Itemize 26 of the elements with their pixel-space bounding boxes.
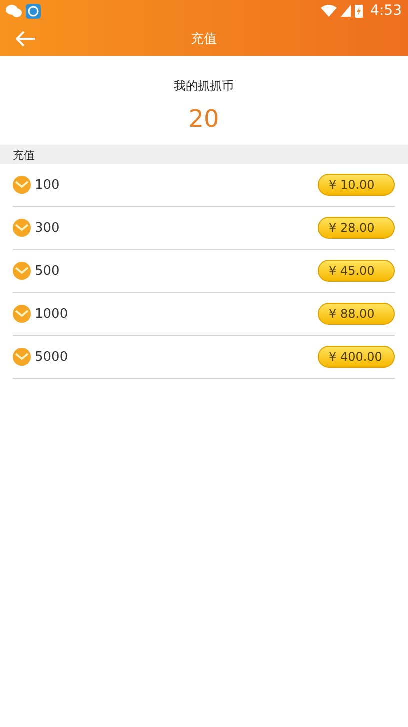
- coin-icon: [13, 176, 31, 194]
- price-button[interactable]: ¥ 400.00: [318, 346, 395, 368]
- signal-icon: [340, 5, 351, 17]
- coin-icon: [13, 305, 31, 323]
- price-button[interactable]: ¥ 28.00: [318, 217, 395, 239]
- page-title: 充值: [190, 31, 218, 48]
- coin-icon: [13, 262, 31, 280]
- balance-value: 20: [188, 105, 220, 133]
- section-header: 充值: [0, 145, 408, 164]
- wifi-icon: [320, 5, 337, 17]
- browser-icon: [26, 4, 41, 18]
- back-arrow-icon[interactable]: [16, 31, 36, 47]
- coin-amount: 1000: [35, 306, 70, 322]
- coin-icon: [13, 219, 31, 237]
- price-button[interactable]: ¥ 10.00: [318, 174, 395, 196]
- balance-label: 我的抓抓币: [174, 78, 234, 95]
- coin-amount: 5000: [35, 350, 70, 364]
- coin-amount: 100: [35, 178, 61, 192]
- chat-icon: [6, 4, 22, 18]
- price-button[interactable]: ¥ 88.00: [318, 303, 395, 325]
- coin-icon: [13, 348, 31, 366]
- battery-icon: [354, 4, 363, 18]
- price-button[interactable]: ¥ 45.00: [318, 260, 395, 282]
- coin-amount: 500: [35, 264, 61, 278]
- coin-amount: 300: [35, 220, 61, 236]
- status-time: 4:53: [370, 3, 402, 19]
